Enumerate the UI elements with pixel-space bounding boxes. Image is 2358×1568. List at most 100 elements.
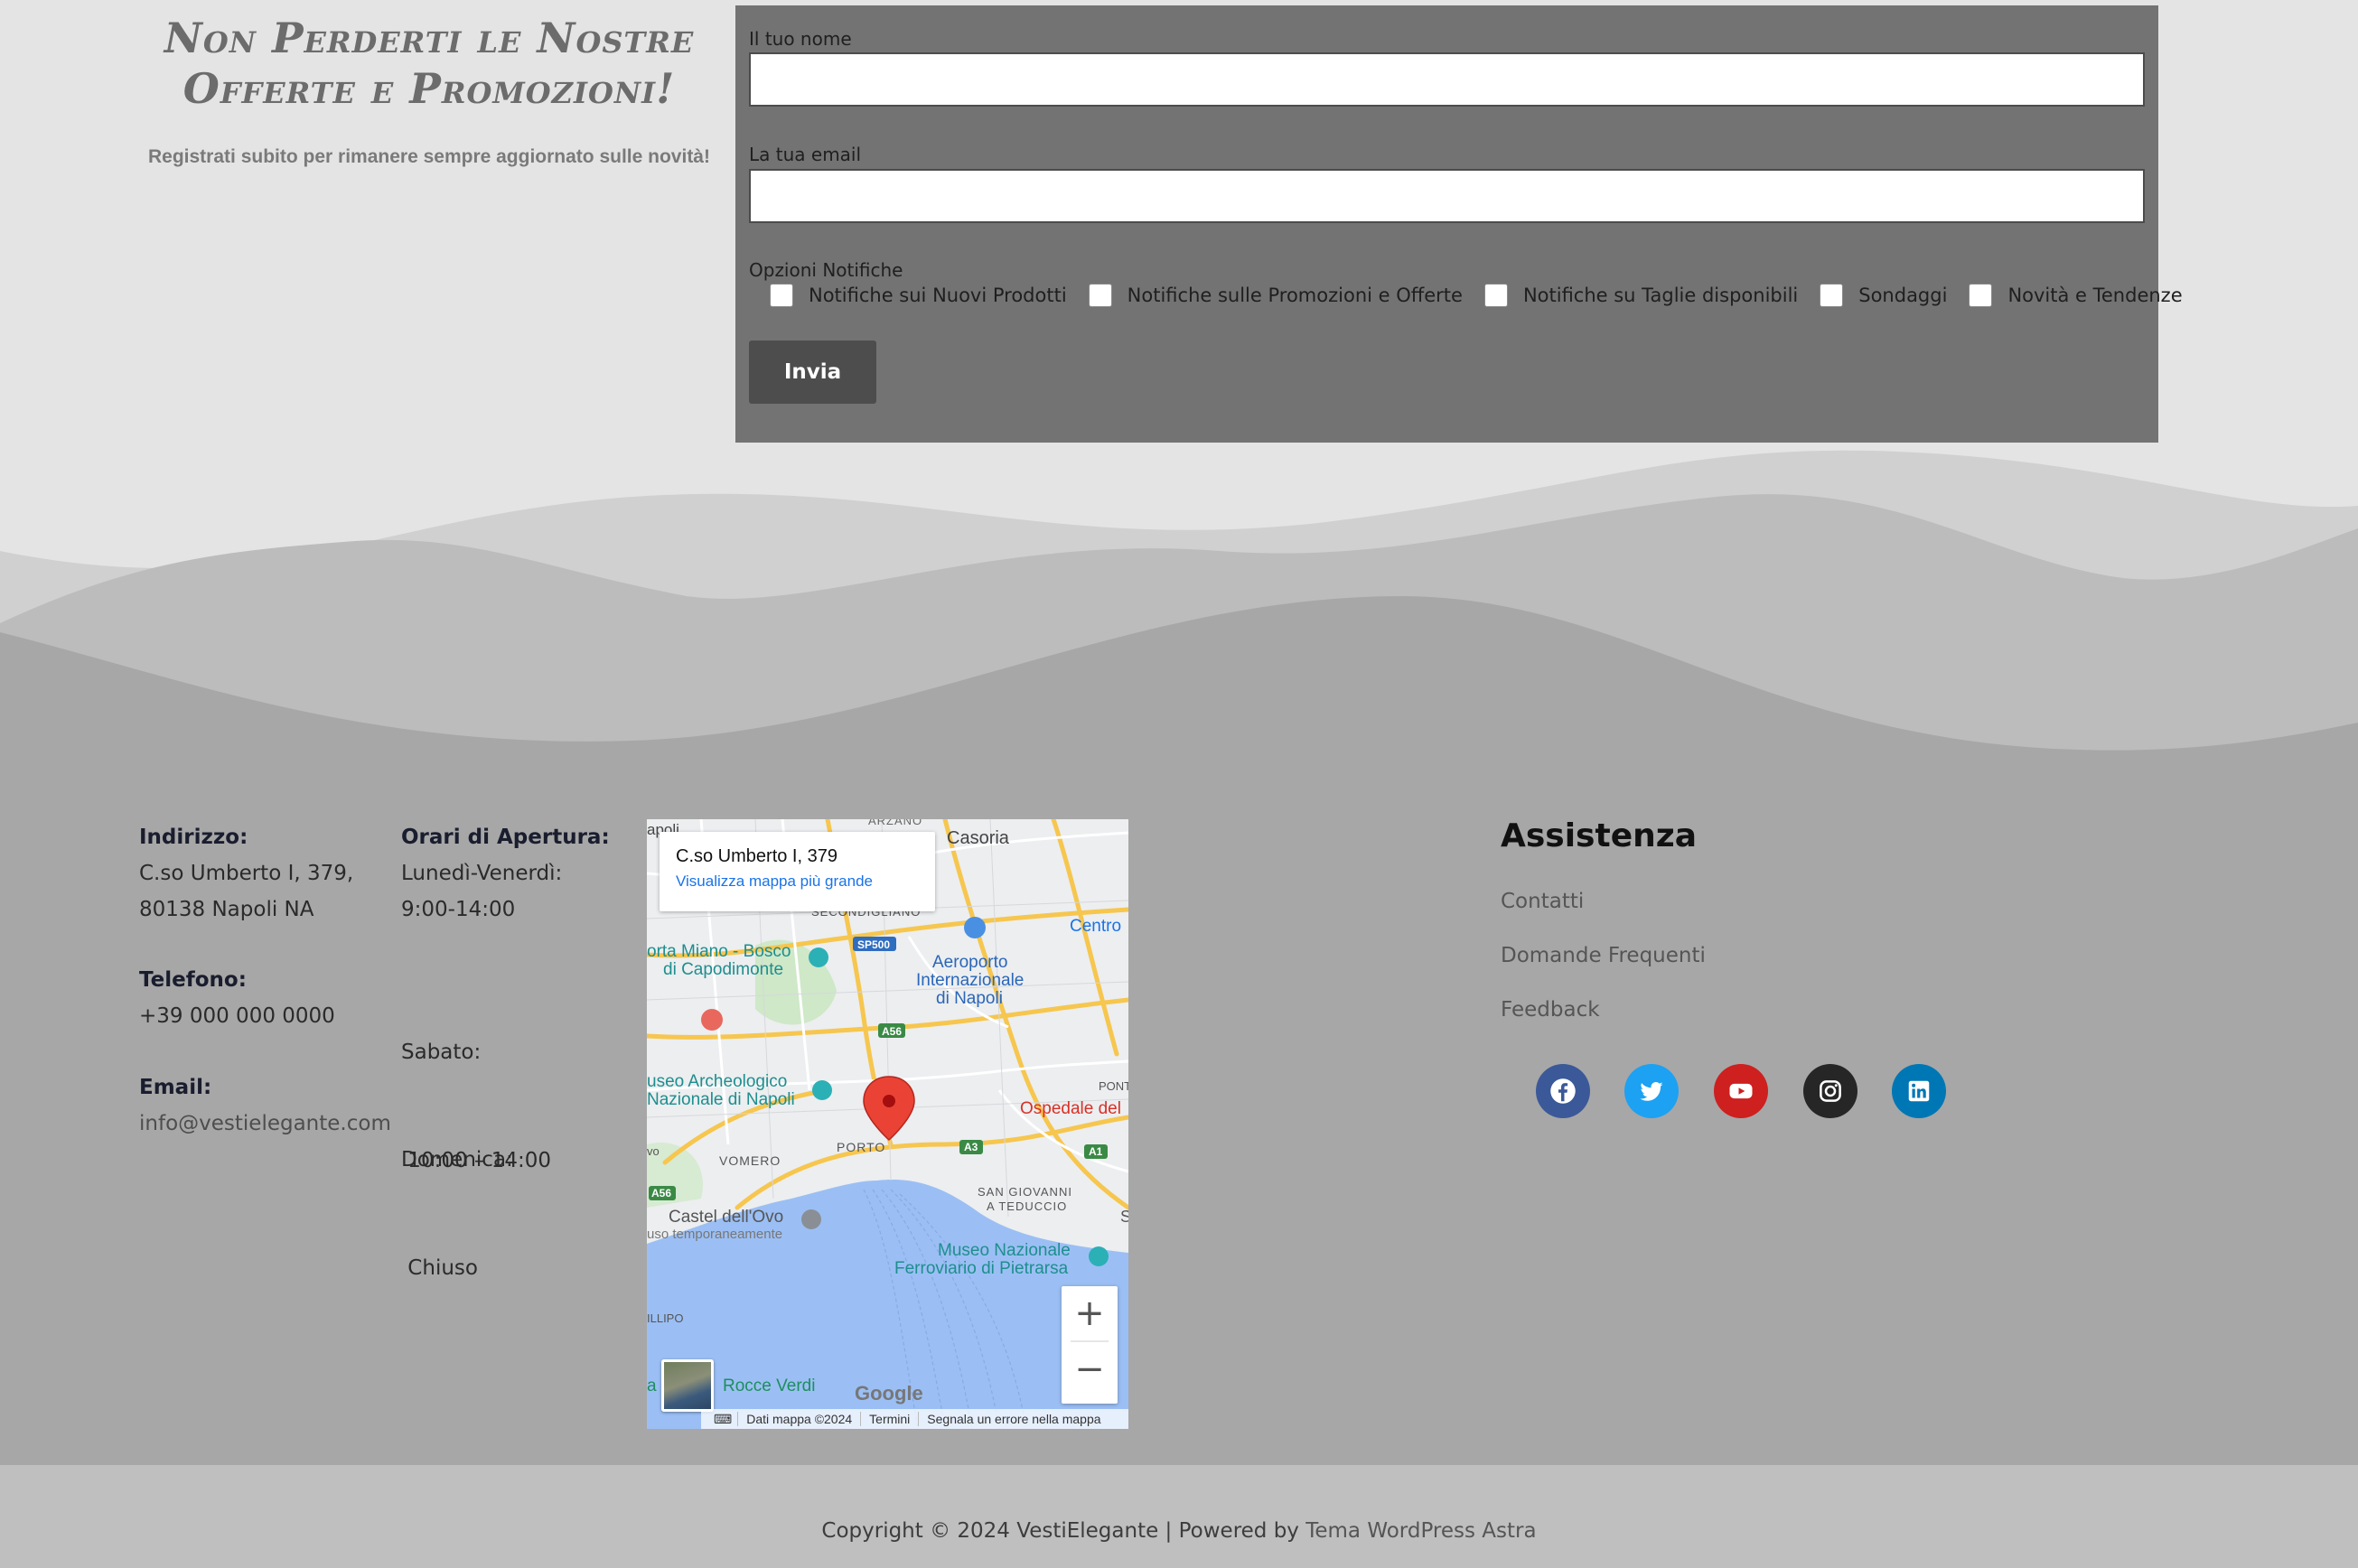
map-card-title: C.so Umberto I, 379 [676, 846, 837, 866]
map-label-centro: Centro [1070, 917, 1122, 936]
feedback-link[interactable]: Feedback [1501, 998, 1600, 1022]
map-label-museum-2: Nazionale di Napoli [647, 1090, 795, 1109]
copyright-text: Copyright © 2024 VestiElegante | Powered… [0, 1519, 2358, 1543]
newsletter-title: Non Perderti le Nostre Offerte e Promozi… [164, 14, 695, 113]
instagram-button[interactable] [1803, 1064, 1857, 1118]
facebook-icon [1550, 1078, 1576, 1104]
linkedin-icon [1908, 1080, 1930, 1102]
email-label: La tua email [749, 144, 862, 165]
name-field[interactable] [749, 52, 2145, 107]
email-block: Email: info@vestielegante.com [139, 1069, 391, 1142]
checkbox[interactable] [1969, 284, 1993, 307]
map-label-posillipo: ILLIPO [647, 1311, 684, 1325]
sunday-label: Domenica: [401, 1148, 513, 1171]
map-label-airport-2: Internazionale [916, 971, 1025, 990]
newsletter-form: Il tuo nome La tua email Opzioni Notific… [735, 5, 2183, 443]
email-field[interactable] [749, 169, 2145, 223]
astra-theme-link[interactable]: Tema WordPress Astra [1305, 1519, 1536, 1543]
map-label-pietrarsa-1: Museo Nazionale [938, 1241, 1071, 1260]
map-label-rocce-verdi: Rocce Verdi [723, 1377, 816, 1395]
copyright-bar [0, 1465, 2358, 1568]
linkedin-button[interactable] [1892, 1064, 1946, 1118]
google-map[interactable]: apoli ARZANO Casoria SECONDIGLIANO Centr… [647, 819, 1128, 1429]
checkbox[interactable] [1088, 284, 1112, 307]
map-label-casoria: Casoria [947, 828, 1009, 848]
map-label-airport-3: di Napoli [936, 989, 1003, 1008]
map-label-a: a [647, 1377, 657, 1395]
email-heading: Email: [139, 1076, 212, 1099]
name-label: Il tuo nome [749, 28, 852, 50]
keyboard-icon[interactable]: ⌨ [701, 1412, 737, 1427]
option-new-products[interactable]: Notifiche sui Nuovi Prodotti [770, 284, 1067, 307]
address-heading: Indirizzo: [139, 826, 248, 849]
phone-heading: Telefono: [139, 968, 247, 992]
map-label-san-giovanni-1: SAN GIOVANNI [978, 1185, 1072, 1199]
option-trends[interactable]: Novità e Tendenze [1969, 284, 2183, 307]
copyright-prefix: Copyright © 2024 VestiElegante | Powered… [821, 1519, 1306, 1543]
option-label: Notifiche sulle Promozioni e Offerte [1127, 285, 1463, 306]
map-label-road: A56 [651, 1187, 672, 1199]
email-link[interactable]: info@vestielegante.com [139, 1106, 391, 1142]
map-label-capodimonte-2: di Capodimonte [663, 960, 784, 979]
submit-button[interactable]: Invia [749, 341, 876, 404]
map-label-s: S [1120, 1208, 1128, 1226]
map-label-road: SP500 [857, 938, 891, 951]
wave-divider [0, 450, 2358, 804]
youtube-button[interactable] [1714, 1064, 1768, 1118]
option-sizes[interactable]: Notifiche su Taglie disponibili [1483, 284, 1799, 307]
map-data-credit: Dati mappa ©2024 [737, 1412, 860, 1426]
map-label-hospital: Ospedale del [1020, 1099, 1121, 1118]
satellite-toggle[interactable] [661, 1359, 714, 1412]
address-block: Indirizzo: C.so Umberto I, 379, 80138 Na… [139, 819, 353, 928]
option-label: Novità e Tendenze [2007, 285, 2183, 306]
zoom-in-button[interactable]: + [1062, 1286, 1118, 1340]
option-label: Sondaggi [1858, 285, 1948, 306]
map-label-capodimonte-1: orta Miano - Bosco [647, 942, 791, 961]
zoom-out-button[interactable]: − [1062, 1342, 1118, 1396]
checkbox[interactable] [1483, 284, 1508, 307]
map-label-pietrarsa-2: Ferroviario di Pietrarsa [894, 1259, 1069, 1278]
saturday-label: Sabato: [401, 1041, 482, 1064]
contacts-link[interactable]: Contatti [1501, 890, 1584, 913]
sunday-hours: Chiuso [401, 1256, 478, 1280]
map-label-porto: PORTO [837, 1140, 886, 1154]
map-label-vo: vo [647, 1144, 660, 1158]
report-error-link[interactable]: Segnala un errore nella mappa [918, 1412, 1109, 1426]
option-label: Notifiche sui Nuovi Prodotti [809, 285, 1067, 306]
option-surveys[interactable]: Sondaggi [1820, 284, 1947, 307]
phone-block: Telefono: +39 000 000 0000 [139, 962, 335, 1034]
map-label-castel-2: uso temporaneamente [647, 1227, 783, 1242]
twitter-icon [1640, 1081, 1663, 1101]
map-label-road: A56 [882, 1025, 903, 1038]
map-label-road: A1 [1089, 1145, 1103, 1158]
weekdays-hours: 9:00-14:00 [401, 898, 516, 921]
map-label-ponti: PONTI [1099, 1079, 1128, 1093]
phone-number: +39 000 000 0000 [139, 1004, 335, 1028]
facebook-button[interactable] [1536, 1064, 1590, 1118]
map-label-arzano: ARZANO [868, 819, 923, 827]
faq-link[interactable]: Domande Frequenti [1501, 944, 1706, 967]
option-label: Notifiche su Taglie disponibili [1522, 285, 1799, 306]
notification-options-label: Opzioni Notifiche [749, 259, 903, 281]
zoom-control: + − [1062, 1286, 1118, 1404]
map-label-museum-1: useo Archeologico [647, 1072, 788, 1091]
terms-link[interactable]: Termini [860, 1412, 918, 1426]
newsletter-subtitle: Registrati subito per rimanere sempre ag… [148, 146, 710, 167]
map-label-road: A3 [964, 1141, 978, 1153]
map-label-vomero: VOMERO [719, 1153, 781, 1168]
twitter-button[interactable] [1624, 1064, 1679, 1118]
map-label-san-giovanni-2: A TEDUCCIO [987, 1199, 1068, 1213]
hours-heading: Orari di Apertura: [401, 826, 610, 849]
address-line-1: C.so Umberto I, 379, [139, 862, 354, 885]
address-line-2: 80138 Napoli NA [139, 898, 314, 921]
map-label-castel-1: Castel dell'Ovo [669, 1208, 784, 1227]
option-promotions[interactable]: Notifiche sulle Promozioni e Offerte [1088, 284, 1463, 307]
sunday-block: Domenica: Chiuso [401, 1069, 513, 1322]
checkbox[interactable] [770, 284, 793, 307]
hours-block: Orari di Apertura: Lunedì-Venerdì: 9:00-… [401, 819, 610, 928]
google-logo: Google [855, 1382, 923, 1405]
checkbox[interactable] [1820, 284, 1844, 307]
instagram-icon [1820, 1080, 1841, 1102]
larger-map-link[interactable]: Visualizza mappa più grande [676, 873, 935, 891]
notification-options: Notifiche sui Nuovi Prodotti Notifiche s… [770, 284, 2204, 307]
